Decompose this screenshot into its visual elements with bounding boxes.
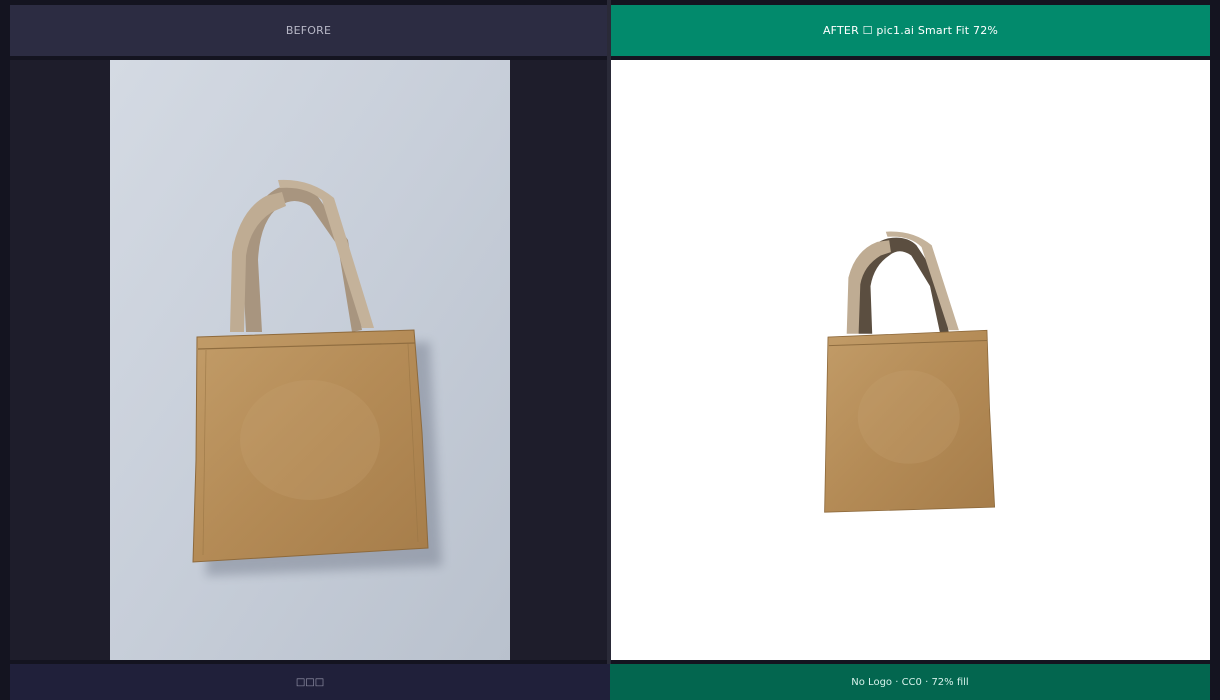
before-footer: □□□ [10,664,610,700]
after-photo [824,231,996,513]
after-footer-text: No Logo · CC0 · 72% fill [851,676,969,688]
before-header: BEFORE [10,5,607,56]
after-image-panel [611,60,1210,660]
after-footer: No Logo · CC0 · 72% fill [610,664,1210,700]
after-label: AFTER ☐ pic1.ai Smart Fit 72% [822,24,999,37]
before-footer-text: □□□ [295,676,325,688]
before-photo [110,60,510,660]
split-divider[interactable] [607,0,611,700]
after-header: AFTER ☐ pic1.ai Smart Fit 72% [611,5,1210,56]
bag-cutout [824,231,996,513]
before-label: BEFORE [285,24,332,37]
before-image-panel [10,60,607,660]
